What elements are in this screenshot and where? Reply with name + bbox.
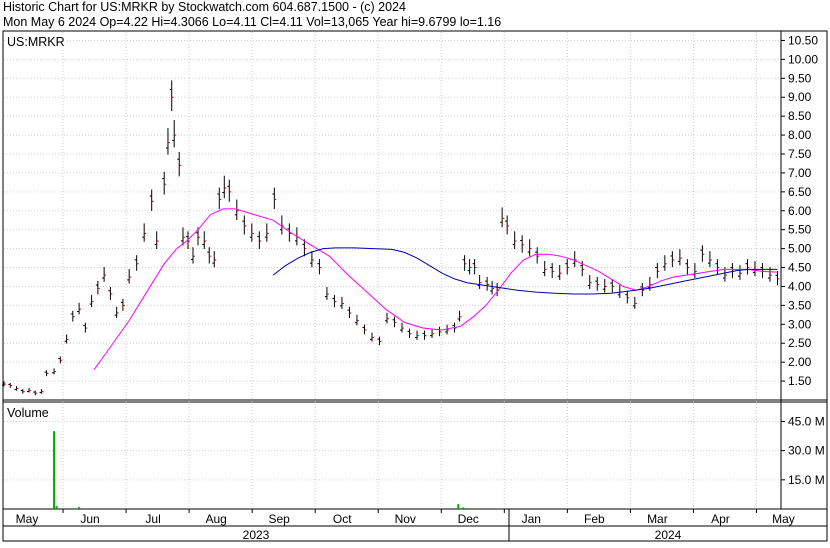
month-label: Nov	[395, 512, 416, 526]
price-tick-label: 3.00	[788, 317, 812, 331]
price-tick-label: 2.00	[788, 355, 812, 369]
quote-summary: Mon May 6 2024 Op=4.22 Hi=4.3066 Lo=4.11…	[3, 15, 502, 29]
price-tick-label: 6.00	[788, 204, 812, 218]
year-label: 2024	[655, 528, 682, 542]
price-tick-label: 4.00	[788, 279, 812, 293]
price-tick-label: 10.00	[788, 52, 818, 66]
price-axis: 1.50 2.00 2.50 3.00 3.50 4.00 4.50 5.00 5.50 6.00…	[781, 33, 818, 388]
price-tick-label: 8.50	[788, 109, 812, 123]
month-label: Dec	[458, 512, 479, 526]
price-tick-label: 1.50	[788, 374, 812, 388]
year-label: 2023	[243, 528, 270, 542]
volume-tick-label: 15.0 M	[788, 473, 825, 487]
series-group	[2, 80, 780, 509]
price-tick-label: 6.50	[788, 185, 812, 199]
price-tick-label: 7.50	[788, 147, 812, 161]
month-label: Jul	[145, 512, 160, 526]
volume-axis: 15.0 M 30.0 M 45.0 M	[781, 414, 825, 487]
price-tick-label: 10.50	[788, 33, 818, 47]
stock-chart: 1.50 2.00 2.50 3.00 3.50 4.00 4.50 5.00 5.50 6.00…	[0, 0, 830, 543]
month-label: Mar	[647, 512, 668, 526]
month-label: Apr	[711, 512, 730, 526]
volume-tick-label: 45.0 M	[788, 414, 825, 428]
price-tick-label: 7.00	[788, 166, 812, 180]
symbol-label: US:MRKR	[7, 35, 67, 49]
month-label: Oct	[333, 512, 352, 526]
month-label: May	[772, 512, 795, 526]
month-label: Jan	[522, 512, 541, 526]
month-label: May	[16, 512, 39, 526]
price-tick-label: 5.00	[788, 242, 812, 256]
moving-average-long-line	[272, 247, 778, 295]
price-tick-label: 9.50	[788, 71, 812, 85]
price-tick-label: 5.50	[788, 223, 812, 237]
volume-panel-label: Volume	[7, 406, 51, 420]
volume-tick-label: 30.0 M	[788, 444, 825, 458]
price-tick-label: 2.50	[788, 336, 812, 350]
month-label: Jun	[80, 512, 99, 526]
chart-title: Historic Chart for US:MRKR by Stockwatch…	[3, 0, 406, 14]
month-label: Feb	[584, 512, 605, 526]
price-tick-label: 4.50	[788, 261, 812, 275]
price-tick-label: 8.00	[788, 128, 812, 142]
price-tick-label: 3.50	[788, 298, 812, 312]
price-tick-label: 9.00	[788, 90, 812, 104]
month-label: Sep	[268, 512, 290, 526]
chart-canvas: 1.50 2.00 2.50 3.00 3.50 4.00 4.50 5.00 5.50 6.00…	[2, 30, 828, 542]
month-axis: May Jun Jul Aug Sep Oct Nov Dec Jan Feb Mar Apr May	[16, 509, 795, 526]
month-label: Aug	[205, 512, 226, 526]
